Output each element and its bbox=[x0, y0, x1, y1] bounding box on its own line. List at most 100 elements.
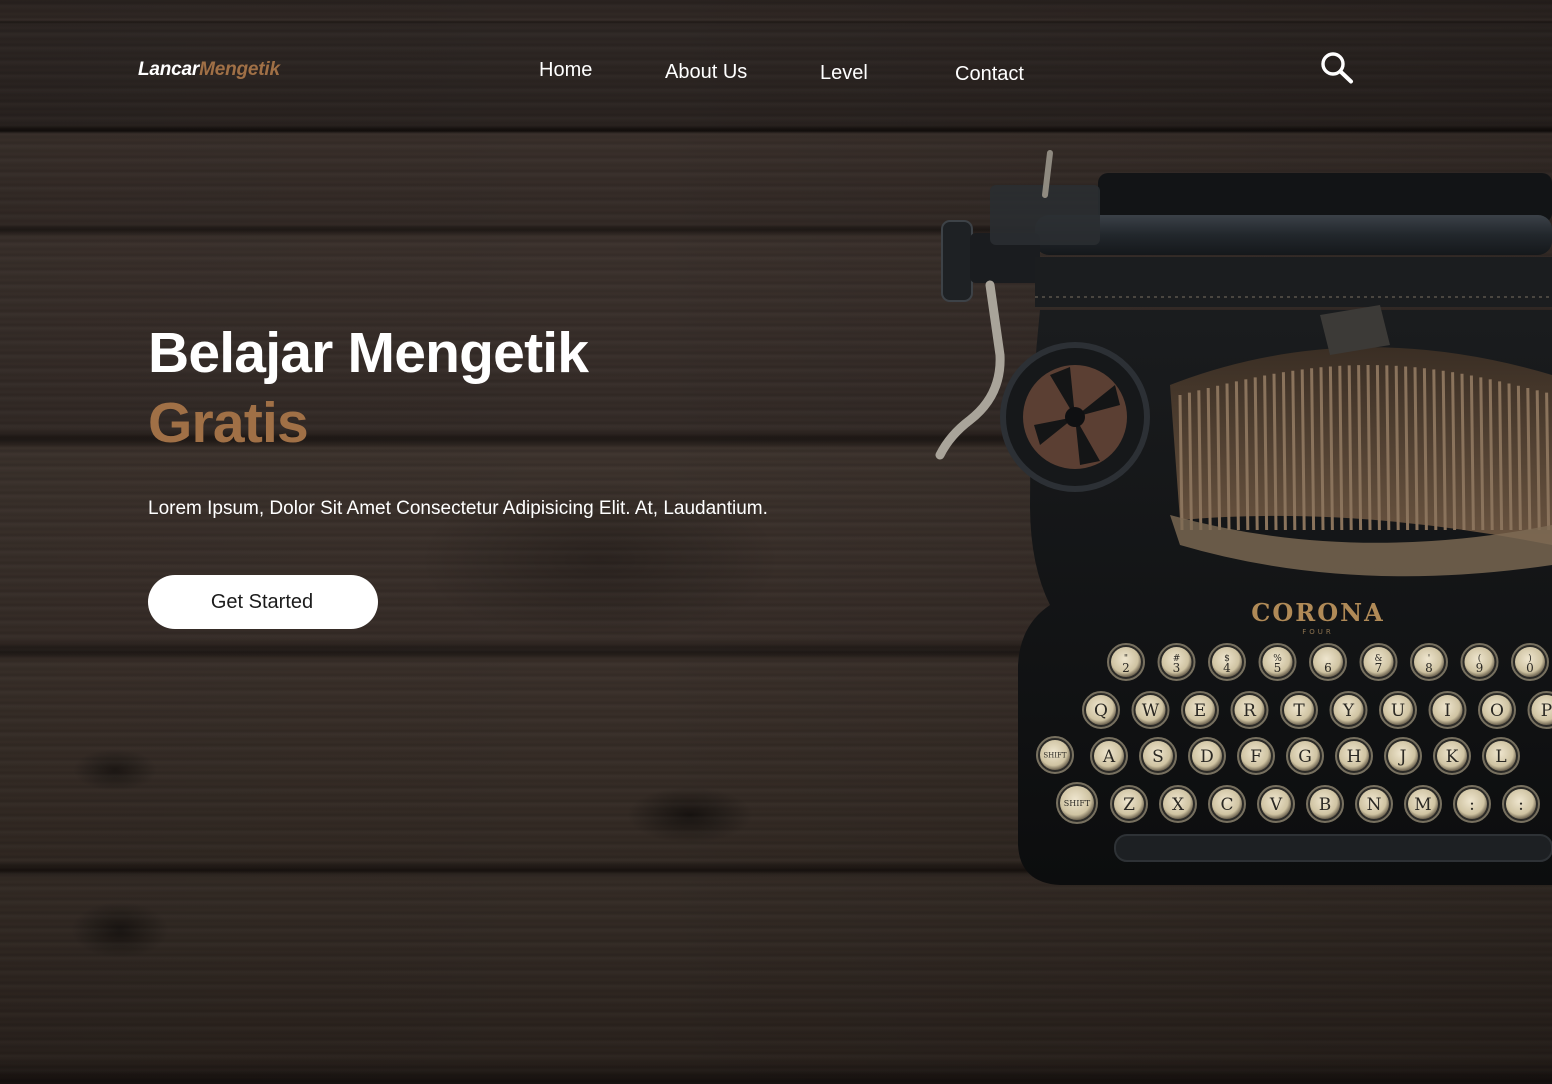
svg-text:J: J bbox=[1398, 747, 1407, 767]
typebar bbox=[1187, 392, 1193, 531]
typebar bbox=[1366, 364, 1372, 531]
platen bbox=[1035, 215, 1552, 255]
typewriter-image: CORONA FOUR " 2 #3 $4 % 5 _ 6 & 7 ' 8 (9) 0 Q W E R T Y U I O P… bbox=[930, 145, 1552, 905]
typebar bbox=[1460, 373, 1466, 531]
typebar bbox=[1310, 368, 1316, 531]
typewriter-key: Z bbox=[1110, 785, 1148, 823]
typebar bbox=[1357, 365, 1363, 531]
typewriter-key: S bbox=[1139, 737, 1177, 775]
typewriter-key: B bbox=[1306, 785, 1344, 823]
typewriter-brand: CORONA bbox=[1251, 598, 1384, 627]
typebar bbox=[1206, 387, 1212, 531]
svg-text:F: F bbox=[1250, 747, 1262, 767]
svg-text:6: 6 bbox=[1324, 661, 1332, 675]
header: LancarMengetik Home About Us Level Conta… bbox=[0, 22, 1552, 128]
typewriter-key: H bbox=[1335, 737, 1373, 775]
typewriter-key: Q bbox=[1082, 691, 1120, 729]
svg-text:Z: Z bbox=[1123, 795, 1135, 815]
typewriter-key: #3 bbox=[1157, 643, 1196, 681]
svg-text:E: E bbox=[1194, 701, 1206, 721]
typewriter-key: J bbox=[1384, 737, 1422, 775]
svg-text:H: H bbox=[1347, 747, 1362, 767]
typebar bbox=[1488, 379, 1494, 531]
svg-text:B: B bbox=[1319, 795, 1332, 815]
brand-logo-part2: Mengetik bbox=[199, 59, 280, 80]
typebar bbox=[1347, 365, 1353, 531]
typewriter-key: C bbox=[1208, 785, 1246, 823]
typewriter-key: (9 bbox=[1460, 643, 1499, 681]
nav-about-us[interactable]: About Us bbox=[665, 61, 747, 84]
typebar bbox=[1526, 387, 1532, 531]
typewriter-key: "2 bbox=[1107, 643, 1145, 681]
svg-text:I: I bbox=[1444, 701, 1451, 721]
svg-text:9: 9 bbox=[1476, 661, 1484, 675]
svg-text:SHIFT: SHIFT bbox=[1043, 751, 1067, 759]
typebar bbox=[1413, 367, 1419, 531]
typebar bbox=[1216, 385, 1222, 531]
search-icon[interactable] bbox=[1320, 51, 1356, 85]
typebar bbox=[1516, 385, 1522, 531]
svg-text:N: N bbox=[1367, 795, 1382, 815]
typebar bbox=[1498, 381, 1504, 531]
typebar bbox=[1328, 366, 1334, 531]
typebar bbox=[1404, 366, 1410, 531]
get-started-button[interactable]: Get Started bbox=[148, 575, 378, 629]
typebar bbox=[1375, 365, 1381, 531]
typewriter-key: Y bbox=[1329, 691, 1368, 729]
typewriter-key: U bbox=[1379, 691, 1417, 729]
svg-text:7: 7 bbox=[1375, 661, 1383, 675]
typewriter-key: I bbox=[1428, 691, 1467, 729]
nav-contact[interactable]: Contact bbox=[955, 63, 1024, 86]
svg-text:Q: Q bbox=[1094, 701, 1108, 721]
ribbon-spool-hub bbox=[1065, 407, 1085, 427]
typebar bbox=[1441, 370, 1447, 531]
nav-level[interactable]: Level bbox=[820, 62, 868, 85]
svg-text:A: A bbox=[1102, 747, 1116, 767]
typebar bbox=[1291, 370, 1297, 531]
svg-text::: : bbox=[1469, 795, 1475, 815]
svg-text:G: G bbox=[1298, 747, 1312, 767]
brand-logo-part1: Lancar bbox=[138, 59, 200, 80]
svg-text:L: L bbox=[1495, 747, 1506, 767]
svg-text:V: V bbox=[1269, 795, 1283, 815]
svg-text:3: 3 bbox=[1173, 661, 1181, 675]
typebar bbox=[1244, 379, 1250, 531]
typebar bbox=[1263, 375, 1269, 531]
typebar bbox=[1319, 367, 1325, 531]
typewriter-key: '8 bbox=[1410, 643, 1448, 681]
typebar bbox=[1394, 365, 1400, 531]
typewriter-key: O bbox=[1478, 691, 1516, 729]
typewriter-key: N bbox=[1355, 785, 1393, 823]
typewriter-key: V bbox=[1257, 785, 1295, 823]
svg-text:0: 0 bbox=[1526, 661, 1534, 675]
svg-text:2: 2 bbox=[1122, 661, 1130, 675]
return-lever bbox=[935, 280, 1005, 460]
typebar bbox=[1545, 392, 1551, 531]
typewriter-key: _6 bbox=[1309, 643, 1347, 681]
typebar bbox=[1338, 365, 1344, 531]
svg-text:T: T bbox=[1293, 701, 1305, 721]
svg-text:5: 5 bbox=[1274, 661, 1282, 675]
nav-home[interactable]: Home bbox=[539, 59, 592, 82]
svg-text:U: U bbox=[1391, 701, 1405, 721]
svg-text:R: R bbox=[1243, 701, 1257, 721]
typebar bbox=[1385, 365, 1391, 531]
svg-text:K: K bbox=[1446, 747, 1459, 767]
typewriter-key: )0 bbox=[1511, 643, 1549, 681]
svg-text:X: X bbox=[1172, 795, 1185, 815]
svg-text:D: D bbox=[1200, 747, 1214, 767]
typebar bbox=[1300, 369, 1306, 531]
typebar bbox=[1535, 390, 1541, 531]
typewriter-key: : bbox=[1453, 785, 1491, 823]
typewriter-key: X bbox=[1159, 785, 1197, 823]
typebar bbox=[1281, 372, 1287, 531]
typebar bbox=[1479, 377, 1485, 531]
brand-logo[interactable]: LancarMengetik bbox=[138, 59, 280, 81]
typebar bbox=[1432, 369, 1438, 531]
typewriter-key: K bbox=[1433, 737, 1471, 775]
typebar bbox=[1234, 381, 1240, 531]
typewriter-key: E bbox=[1181, 691, 1219, 729]
typewriter-key: &7 bbox=[1359, 643, 1398, 681]
typewriter-key: G bbox=[1286, 737, 1324, 775]
svg-text:M: M bbox=[1414, 795, 1431, 815]
